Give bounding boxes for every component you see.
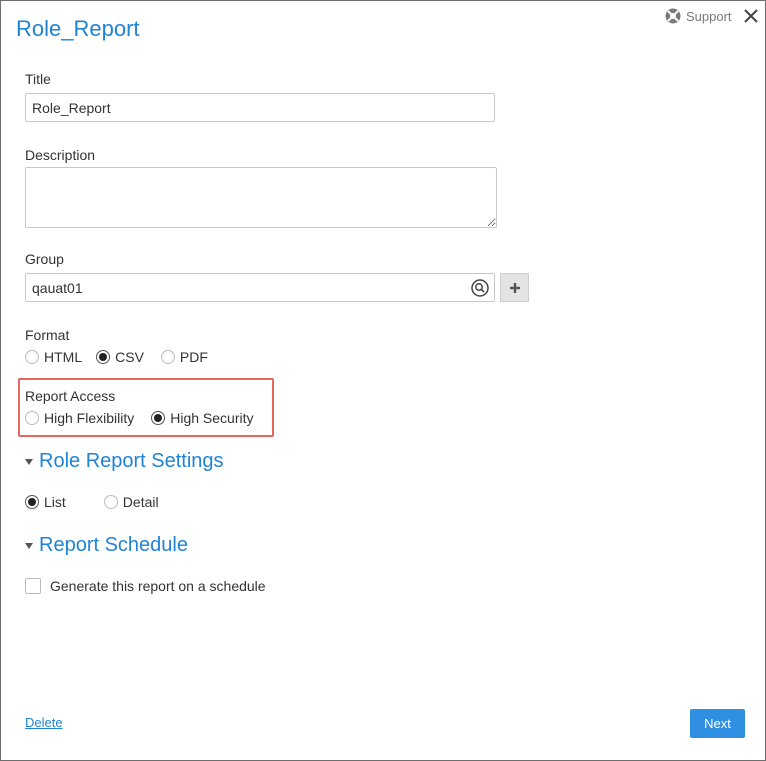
caret-down-icon — [25, 458, 33, 465]
access-radio-high-flexibility[interactable]: High Flexibility — [25, 410, 134, 426]
group-label: Group — [25, 251, 64, 267]
dialog-title: Role_Report — [16, 16, 140, 41]
support-label: Support — [686, 8, 732, 24]
delete-link[interactable]: Delete — [25, 715, 63, 730]
report-access-highlight — [18, 378, 274, 437]
access-radio-high-security[interactable]: High Security — [151, 410, 254, 426]
radio-circle — [96, 350, 111, 364]
add-group-button[interactable] — [500, 273, 529, 302]
radio-circle — [25, 350, 39, 364]
access-option-label: High Flexibility — [44, 410, 135, 426]
section-heading: Role Report Settings — [39, 450, 224, 472]
view-radio-group: List Detail — [25, 494, 159, 510]
description-textarea[interactable] — [25, 167, 497, 228]
view-option-label: Detail — [122, 494, 159, 510]
schedule-checkbox[interactable] — [25, 578, 41, 594]
format-radio-html[interactable]: HTML — [25, 349, 82, 365]
title-input[interactable] — [25, 93, 495, 122]
radio-circle — [25, 495, 39, 509]
format-radio-group: HTML CSV PDF — [25, 349, 208, 365]
lifebuoy-icon — [665, 8, 681, 24]
plus-icon — [509, 282, 520, 293]
view-radio-detail[interactable]: Detail — [103, 494, 159, 510]
format-radio-csv[interactable]: CSV — [96, 349, 144, 365]
title-label: Title — [25, 71, 51, 87]
close-icon[interactable] — [743, 7, 759, 25]
radio-circle — [151, 411, 166, 425]
search-icon[interactable] — [471, 279, 489, 297]
format-option-label: HTML — [44, 349, 83, 365]
format-option-label: CSV — [115, 349, 144, 365]
schedule-checkbox-row[interactable]: Generate this report on a schedule — [25, 578, 266, 594]
section-heading: Report Schedule — [39, 534, 188, 556]
radio-circle — [25, 411, 39, 425]
radio-circle — [103, 495, 118, 509]
report-schedule-toggle[interactable]: Report Schedule — [25, 534, 188, 557]
report-dialog: Role_Report Support Title Description Gr… — [0, 0, 766, 761]
group-input[interactable] — [25, 273, 495, 302]
access-option-label: High Security — [170, 410, 254, 426]
report-access-label: Report Access — [25, 388, 116, 404]
radio-circle — [160, 350, 175, 364]
view-radio-list[interactable]: List — [25, 494, 66, 510]
access-radio-group: High Flexibility High Security — [25, 410, 254, 426]
format-option-label: PDF — [179, 349, 208, 365]
role-report-settings-toggle[interactable]: Role Report Settings — [25, 450, 224, 473]
caret-down-icon — [25, 542, 33, 549]
schedule-checkbox-label: Generate this report on a schedule — [50, 578, 266, 594]
format-radio-pdf[interactable]: PDF — [160, 349, 208, 365]
view-option-label: List — [44, 494, 66, 510]
next-button[interactable]: Next — [690, 709, 745, 738]
support-link[interactable]: Support — [665, 8, 732, 24]
description-label: Description — [25, 147, 96, 163]
format-label: Format — [25, 327, 70, 343]
